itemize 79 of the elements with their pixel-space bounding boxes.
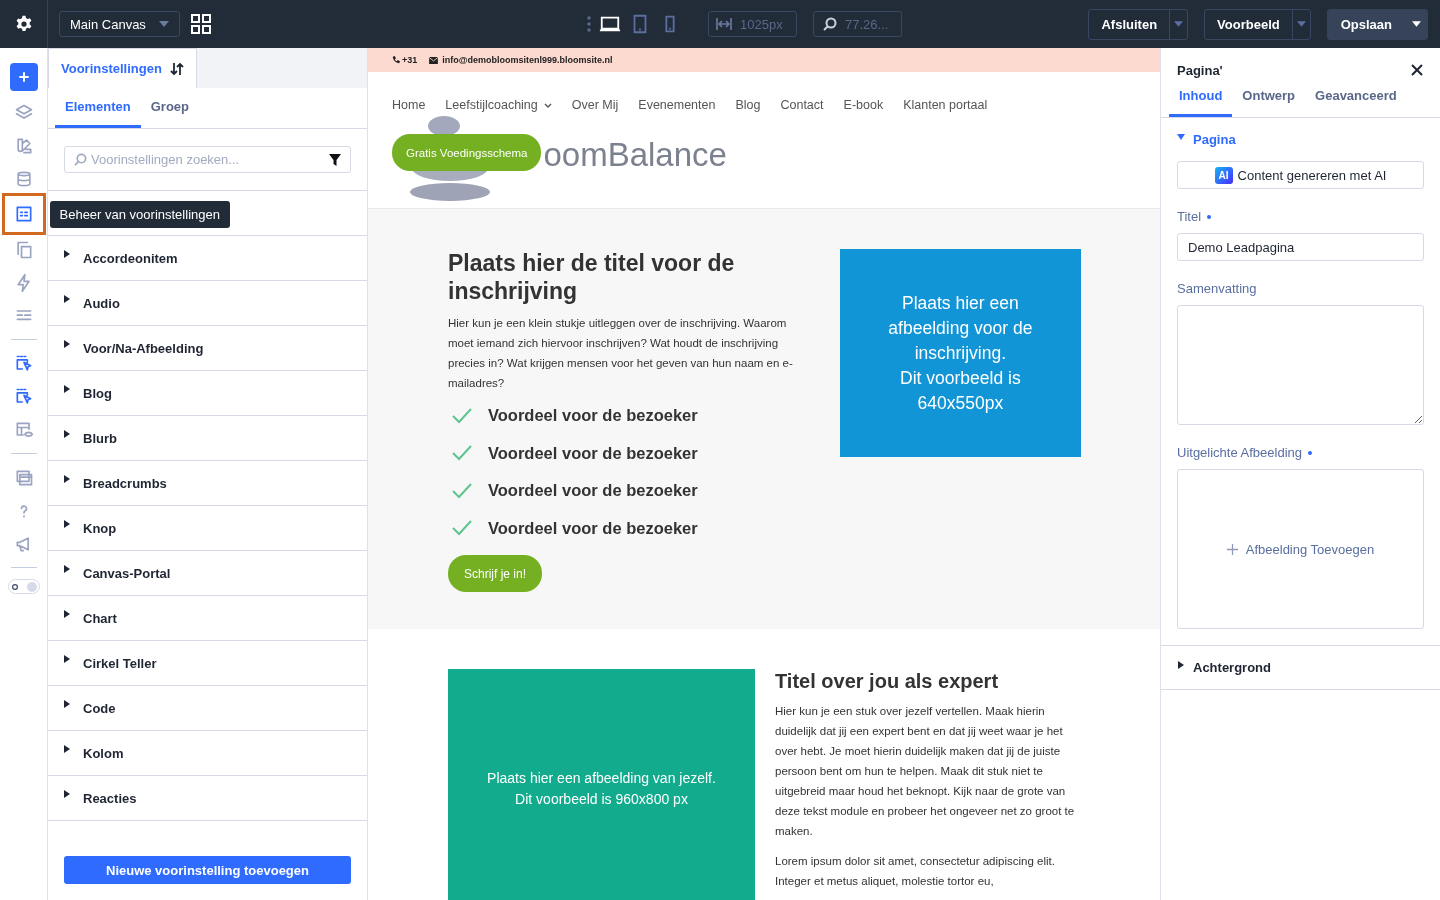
chevron-down-icon (543, 102, 552, 108)
width-icon (716, 18, 732, 30)
field-label: Samenvatting (1177, 281, 1257, 296)
benefit-text: Voordeel voor de bezoeker (488, 481, 698, 501)
field-label: Uitgelichte Afbeelding (1177, 445, 1303, 460)
logo-text: oomBalance (543, 136, 727, 174)
search-icon (823, 17, 837, 31)
paragraph: Lorem ipsum dolor sit amet, consectetur adipiscing elit. Integer et metus aliquet, molestie tortor eu, (775, 854, 1056, 889)
paragraph: Hier kun je een stuk over jezelf vertellen. Maak hierin duidelijk dat jij een expert bent en dat jij weet waar je het over hebt. Je moet hierin duidelijk maken dat jij de juiste persoon bent om hun te helpen. Maak dit stuk niet te uitgebreid maar houd het beknopt. Kijk naar de grote van deze tekst module en probeer het ongeveer net zo groot te maken. (775, 704, 1076, 839)
filter-icon[interactable] (329, 154, 341, 166)
grid-icon[interactable] (191, 14, 211, 34)
add-button[interactable] (9, 63, 38, 91)
add-image-button[interactable]: Afbeelding Toevoegen (1220, 540, 1381, 558)
placeholder-text: Dit voorbeeld is 960x800 px (515, 790, 688, 809)
preset-group[interactable]: Canvas-Portal (48, 551, 367, 596)
preset-group[interactable]: Audio (48, 281, 367, 326)
tooltip: Beheer van voorinstellingen (49, 201, 230, 228)
section-toggle[interactable]: Achtergrond (1161, 645, 1440, 690)
check-icon (452, 407, 472, 424)
placeholder-text: Dit voorbeeld is 640x550px (899, 366, 1022, 415)
tab[interactable]: Ontwerp (1232, 88, 1306, 117)
preset-group[interactable]: Knop (48, 506, 367, 551)
ai-generate-button[interactable]: AI Content genereren met AI (1177, 161, 1424, 189)
sort-icon[interactable] (169, 61, 184, 76)
preset-group[interactable]: Accordeonitem (48, 236, 367, 281)
tab[interactable]: Geavanceerd (1305, 88, 1407, 117)
nav-link[interactable]: Evenementen (638, 98, 716, 112)
preset-group[interactable]: Reacties (48, 776, 367, 821)
nav-link[interactable]: Contact (780, 98, 824, 112)
sun-icon (10, 582, 19, 591)
caret-icon (1411, 21, 1421, 27)
preset-group[interactable]: Kolom (48, 731, 367, 776)
benefit-text: Voordeel voor de bezoeker (488, 518, 698, 538)
caret-icon (159, 21, 169, 27)
preset-group[interactable]: Chart (48, 596, 367, 641)
panel-title: Pagina' (1177, 62, 1223, 78)
nav-link[interactable]: Leefstijlcoaching (445, 98, 552, 112)
preset-group[interactable]: Code (48, 686, 367, 731)
paragraph: Hier kun je een klein stukje uitleggen over de inschrijving. Waarom moet iemand zich hiervoor inschrijven? Wat houdt de inschrijving precies in? Wat krijgen mensen voor het geven van hun naam en e-mailadres? (448, 316, 794, 391)
check-icon (452, 445, 472, 462)
phone-icon (392, 56, 400, 64)
preset-group[interactable]: Breadcrumbs (48, 461, 367, 506)
email-address: info@demobloomsitenl999.bloomsite.nl (442, 55, 613, 65)
nav-link[interactable]: Home (392, 98, 426, 112)
preset-group[interactable]: Blog (48, 371, 367, 416)
close-icon[interactable] (1411, 64, 1423, 76)
ai-badge: AI (1214, 166, 1233, 184)
nav-link[interactable]: Klanten portaal (903, 98, 988, 112)
caret-icon (1174, 21, 1184, 27)
search-field[interactable]: Voorinstellingen zoeken... (64, 146, 351, 173)
title-input[interactable]: Demo Leadpagina (1177, 233, 1424, 261)
plus-icon (1226, 543, 1238, 555)
preset-group[interactable]: Cirkel Teller (48, 641, 367, 686)
check-icon (452, 520, 472, 537)
nav-link[interactable]: E-book (843, 98, 884, 112)
tab[interactable]: Elementen (55, 88, 141, 128)
section-title: Plaats hier de titel voor de inschrijving (448, 249, 736, 305)
add-preset-button[interactable]: Nieuwe voorinstelling toevoegen (64, 856, 351, 884)
benefit-text: Voordeel voor de bezoeker (488, 443, 698, 463)
preset-group[interactable]: Blurb (48, 416, 367, 461)
tab[interactable]: Inhoud (1169, 88, 1233, 117)
presets-tab[interactable]: Voorinstellingen (48, 48, 197, 88)
nav-link[interactable]: Over Mij (571, 98, 619, 112)
more-icon[interactable] (587, 16, 591, 32)
placeholder-text: Plaats hier een afbeelding voor de inschrijving. (887, 291, 1034, 365)
check-icon (452, 482, 472, 499)
settings-icon[interactable] (14, 15, 33, 33)
mail-icon (429, 56, 439, 64)
field-label: Titel (1177, 209, 1202, 224)
caret-icon (1296, 21, 1306, 27)
tab[interactable]: Groep (140, 88, 200, 128)
section-title: Titel over jou als expert (775, 669, 1000, 693)
preset-group[interactable]: Voor/Na-Afbeelding (48, 326, 367, 371)
section-toggle[interactable]: Pagina (1161, 118, 1440, 147)
placeholder-text: Plaats hier een afbeelding van jezelf. (487, 769, 716, 788)
canvas-dropdown[interactable]: Main Canvas (59, 11, 180, 37)
phone-number: +31 (402, 55, 418, 65)
benefit-text: Voordeel voor de bezoeker (488, 406, 698, 426)
nav-link[interactable]: Blog (735, 98, 761, 112)
